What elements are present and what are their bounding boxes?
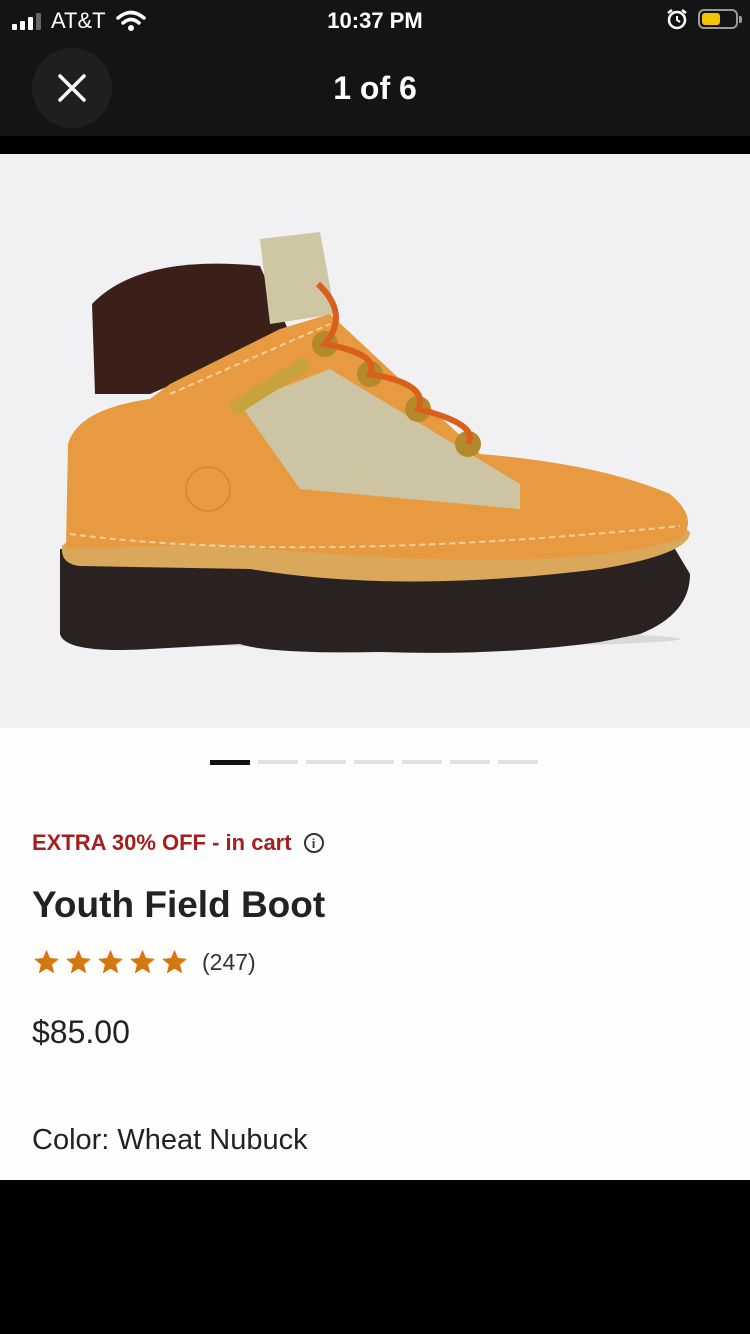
- pagination-dot[interactable]: [450, 760, 490, 764]
- info-icon[interactable]: i: [303, 833, 324, 853]
- pagination-dot[interactable]: [258, 760, 298, 764]
- promo-banner: EXTRA 30% OFF - in cart i: [32, 830, 324, 856]
- star-icon: [162, 949, 187, 974]
- status-bar: AT&T 10:37 PM: [0, 0, 750, 40]
- boot-image: [60, 232, 691, 653]
- pagination-dot[interactable]: [498, 760, 538, 764]
- gallery-header: 1 of 6: [0, 40, 750, 136]
- product-title: Youth Field Boot: [32, 884, 326, 925]
- pagination-dot[interactable]: [402, 760, 442, 764]
- promo-text: EXTRA 30% OFF - in cart: [32, 830, 292, 855]
- image-counter: 1 of 6: [333, 70, 417, 106]
- product-details: EXTRA 30% OFF - in cart i Youth Field Bo…: [0, 728, 750, 1180]
- pagination-dot[interactable]: [354, 760, 394, 764]
- review-count: (247): [202, 948, 256, 975]
- product-color: Color: Wheat Nubuck: [32, 1124, 308, 1156]
- product-image[interactable]: [0, 154, 750, 728]
- alarm-icon: [667, 9, 687, 30]
- gallery-pagination: [210, 760, 538, 765]
- status-right: [666, 8, 742, 30]
- battery-icon: [698, 9, 742, 29]
- star-icon: [66, 949, 91, 974]
- product-rating[interactable]: (247): [32, 948, 256, 976]
- pagination-dot[interactable]: [306, 760, 346, 764]
- pagination-dot[interactable]: [210, 760, 250, 765]
- star-icon: [34, 949, 59, 974]
- product-price: $85.00: [32, 1014, 130, 1050]
- star-icon: [130, 949, 155, 974]
- clock: 10:37 PM: [327, 8, 423, 33]
- divider: [0, 136, 750, 154]
- star-icon: [98, 949, 123, 974]
